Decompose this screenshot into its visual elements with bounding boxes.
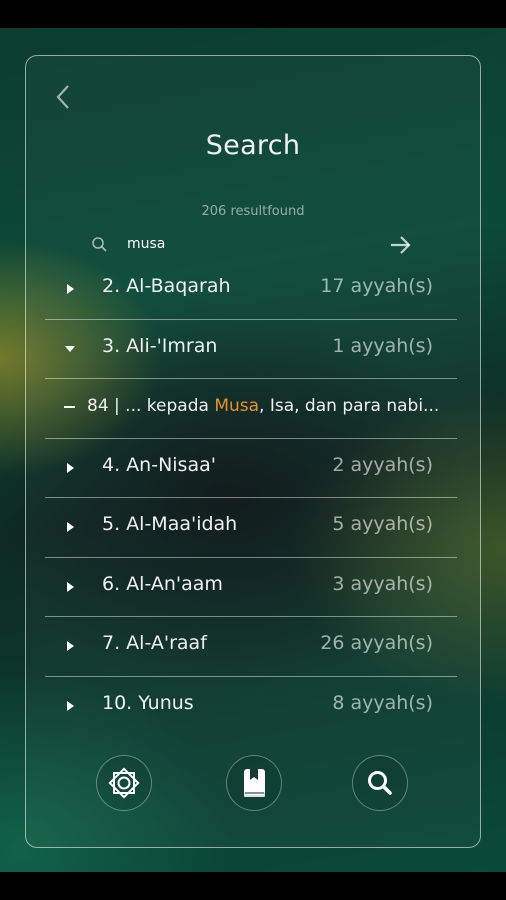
ayah-count: 2 ayyah(s) <box>332 453 433 476</box>
surah-name: 5. Al-Maa'idah <box>102 513 238 535</box>
result-row[interactable]: 2. Al-Baqarah 17 ayyah(s) <box>45 260 457 320</box>
ayah-result-row[interactable]: 84 | ... kepada Musa, Isa, dan para nabi… <box>45 379 457 439</box>
surah-name: 4. An-Nisaa' <box>102 453 216 476</box>
result-row[interactable]: 4. An-Nisaa' 2 ayyah(s) <box>45 439 457 498</box>
navigation-bar <box>0 872 506 900</box>
dash-icon <box>64 406 75 408</box>
ayah-count: 8 ayyah(s) <box>332 691 433 714</box>
bookmark-book-icon <box>244 769 265 797</box>
search-icon <box>91 236 109 254</box>
settings-button[interactable] <box>96 755 152 811</box>
caret-right-icon <box>67 581 74 592</box>
search-icon <box>368 771 392 795</box>
ayah-count: 17 ayyah(s) <box>320 275 433 297</box>
surah-name: 10. Yunus <box>102 691 194 714</box>
surah-name: 7. Al-A'raaf <box>102 632 207 654</box>
caret-down-icon <box>65 345 75 352</box>
surah-name: 6. Al-An'aam <box>102 572 223 595</box>
page-title: Search <box>205 130 301 161</box>
search-input[interactable] <box>123 233 371 255</box>
ayah-count: 5 ayyah(s) <box>332 513 433 535</box>
ayah-count: 26 ayyah(s) <box>320 632 433 654</box>
caret-right-icon <box>67 462 74 473</box>
chevron-left-icon <box>56 85 69 109</box>
result-row[interactable]: 10. Yunus 8 ayyah(s) <box>45 677 457 737</box>
result-row[interactable]: 7. Al-A'raaf 26 ayyah(s) <box>45 617 457 677</box>
surah-name: 3. Ali-'Imran <box>102 334 218 357</box>
settings-star-icon <box>108 767 140 799</box>
bookmarks-button[interactable] <box>226 755 282 811</box>
caret-right-icon <box>67 641 74 651</box>
search-nav-button[interactable] <box>352 755 408 811</box>
ayah-snippet: 84 | ... kepada Musa, Isa, dan para nabi… <box>87 396 440 416</box>
caret-right-icon <box>67 522 74 532</box>
status-bar <box>0 0 506 28</box>
results-list: 2. Al-Baqarah 17 ayyah(s) 3. Ali-'Imran … <box>45 260 457 736</box>
result-row[interactable]: 6. Al-An'aam 3 ayyah(s) <box>45 558 457 617</box>
caret-right-icon <box>67 700 74 711</box>
highlighted-term: Musa <box>214 396 260 416</box>
caret-right-icon <box>67 284 74 294</box>
ayah-count: 3 ayyah(s) <box>332 572 433 595</box>
surah-name: 2. Al-Baqarah <box>102 275 231 297</box>
result-count: 206 resultfound <box>201 204 305 219</box>
submit-search-button[interactable] <box>388 234 414 256</box>
arrow-right-icon <box>391 236 411 254</box>
result-row[interactable]: 5. Al-Maa'idah 5 ayyah(s) <box>45 498 457 558</box>
result-row[interactable]: 3. Ali-'Imran 1 ayyah(s) <box>45 320 457 379</box>
back-button[interactable] <box>48 80 78 114</box>
ayah-count: 1 ayyah(s) <box>332 334 433 357</box>
